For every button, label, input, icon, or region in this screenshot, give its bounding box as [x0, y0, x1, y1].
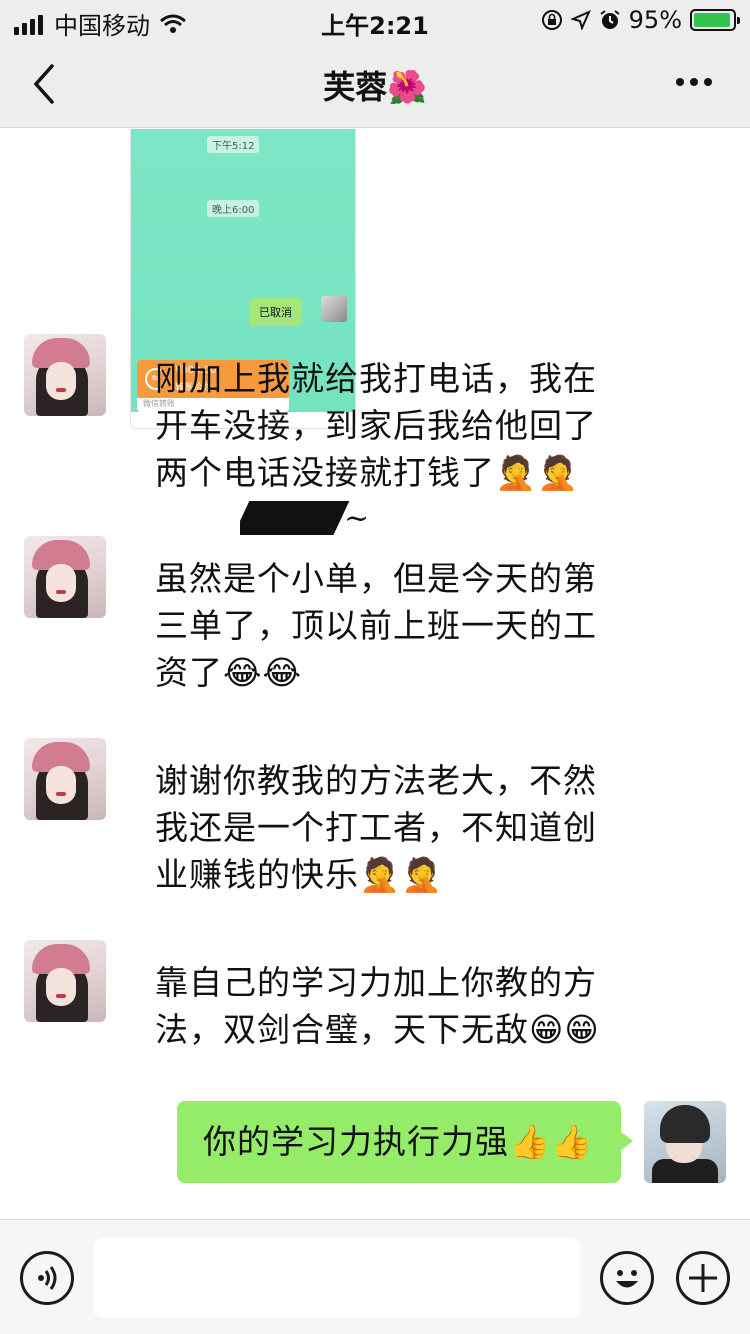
battery-cap [737, 17, 740, 24]
voice-icon[interactable] [20, 1251, 74, 1305]
alarm-icon [600, 10, 620, 29]
message-text: 靠自己的学习力加上你教的方法，双剑合璧，天下无敌😁😁 [155, 963, 600, 1049]
watermark-script: ~ [344, 501, 370, 535]
battery-icon [690, 9, 740, 31]
more-icon[interactable] [670, 78, 712, 86]
message-text: 谢谢你教我的方法老大，不然我还是一个打工者，不知道创业赚钱的快乐🤦🤦 [155, 761, 597, 894]
watermark-fragment: ~ [240, 501, 620, 535]
avatar[interactable] [24, 334, 106, 416]
battery-percent: 95% [628, 6, 682, 34]
plus-icon[interactable] [676, 1251, 730, 1305]
avatar[interactable] [24, 738, 106, 820]
emoji-icon[interactable] [600, 1251, 654, 1305]
message-input[interactable] [94, 1238, 580, 1318]
avatar[interactable] [24, 536, 106, 618]
input-bar [0, 1219, 750, 1334]
chat-area[interactable]: 下午5:12 已取消 晚上6:00 ⇋ ¥300.00 转账给你 微信转账 刚加… [0, 129, 750, 1219]
location-icon [570, 10, 591, 30]
my-avatar[interactable] [644, 1101, 726, 1183]
image-timestamp-2: 晚上6:00 [207, 200, 260, 217]
avatar[interactable] [24, 940, 106, 1022]
image-avatar [321, 296, 347, 322]
message-text: 虽然是个小单，但是今天的第三单了，顶以前上班一天的工资了😂😂 [155, 559, 597, 692]
image-timestamp-1: 下午5:12 [207, 136, 260, 153]
status-bar: 中国移动 上午2:21 95% [0, 0, 750, 40]
lock-rotation-icon [541, 10, 562, 30]
status-right: 95% [533, 6, 740, 34]
chat-title: 芙蓉🌺 [323, 68, 427, 106]
image-call-cancelled: 已取消 [249, 298, 302, 326]
message-text: 刚加上我就给我打电话，我在开车没接，到家后我给他回了两个电话没接就打钱了🤦🤦 [155, 359, 597, 492]
battery-fill [694, 13, 730, 27]
my-message-bubble[interactable]: 你的学习力执行力强👍👍 [177, 1101, 633, 1183]
chat-header: 芙蓉🌺 [0, 40, 750, 128]
